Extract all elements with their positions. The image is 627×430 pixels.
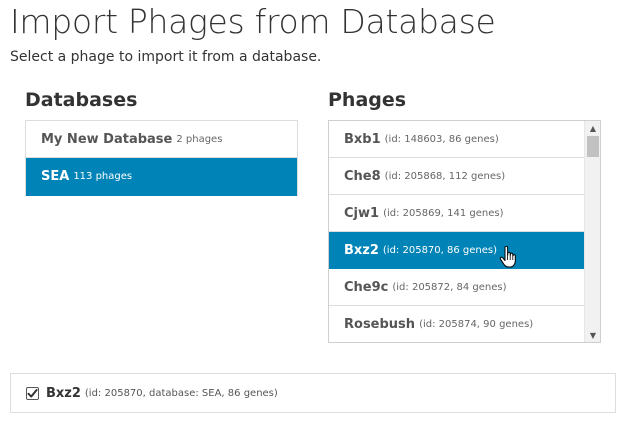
phage-item-meta: (id: 205870, 86 genes): [382, 244, 498, 256]
selected-phages-panel: Bxz2 (id: 205870, database: SEA, 86 gene…: [10, 373, 616, 413]
phage-item-rosebush[interactable]: Rosebush (id: 205874, 90 genes): [329, 306, 584, 342]
phage-item-bxb1[interactable]: Bxb1 (id: 148603, 86 genes): [329, 121, 584, 158]
phage-item-che9c[interactable]: Che9c (id: 205872, 84 genes): [329, 269, 584, 306]
phage-item-che8[interactable]: Che8 (id: 205868, 112 genes): [329, 158, 584, 195]
databases-heading: Databases: [25, 89, 138, 111]
database-item-count: 2 phages: [176, 133, 223, 145]
phages-scrollbar[interactable]: ▲ ▼: [584, 121, 600, 342]
selected-phage-name: Bxz2: [46, 385, 81, 401]
database-item-sea[interactable]: SEA 113 phages: [26, 158, 297, 196]
triangle-down-icon[interactable]: ▼: [585, 328, 600, 342]
databases-list: My New Database 2 phages SEA 113 phages: [25, 120, 298, 196]
phage-item-meta: (id: 205869, 141 genes): [383, 207, 504, 219]
phage-item-name: Bxz2: [344, 242, 379, 258]
page-title: Import Phages from Database: [10, 2, 496, 41]
phage-item-cjw1[interactable]: Cjw1 (id: 205869, 141 genes): [329, 195, 584, 232]
phages-list: Bxb1 (id: 148603, 86 genes) Che8 (id: 20…: [329, 121, 584, 342]
phages-list-box[interactable]: Bxb1 (id: 148603, 86 genes) Che8 (id: 20…: [328, 120, 601, 343]
selected-phage-meta: (id: 205870, database: SEA, 86 genes): [84, 387, 278, 399]
phage-item-meta: (id: 205868, 112 genes): [384, 170, 506, 182]
phage-item-name: Che8: [344, 168, 381, 184]
database-item-my-new-database[interactable]: My New Database 2 phages: [26, 121, 297, 158]
phage-item-name: Che9c: [344, 279, 389, 295]
phage-item-meta: (id: 205874, 90 genes): [419, 318, 534, 330]
import-phages-page: Import Phages from Database Select a pha…: [0, 0, 627, 430]
triangle-up-icon[interactable]: ▲: [585, 121, 600, 135]
phage-item-meta: (id: 148603, 86 genes): [384, 133, 499, 145]
phage-item-meta: (id: 205872, 84 genes): [392, 281, 507, 293]
checkmark-icon: [27, 388, 38, 397]
selected-phage-checkbox[interactable]: [26, 386, 39, 400]
phages-heading: Phages: [328, 89, 407, 111]
phage-item-name: Rosebush: [344, 316, 416, 332]
scrollbar-thumb[interactable]: [587, 136, 599, 157]
database-item-count: 113 phages: [73, 171, 133, 182]
phage-item-name: Bxb1: [344, 131, 381, 147]
phage-item-bxz2[interactable]: Bxz2 (id: 205870, 86 genes): [329, 232, 584, 269]
hand-pointer-icon: [499, 246, 516, 268]
database-item-name: My New Database: [41, 131, 173, 147]
phage-item-name: Cjw1: [344, 205, 380, 221]
database-item-name: SEA: [41, 169, 70, 184]
page-subtitle: Select a phage to import it from a datab…: [10, 49, 322, 65]
